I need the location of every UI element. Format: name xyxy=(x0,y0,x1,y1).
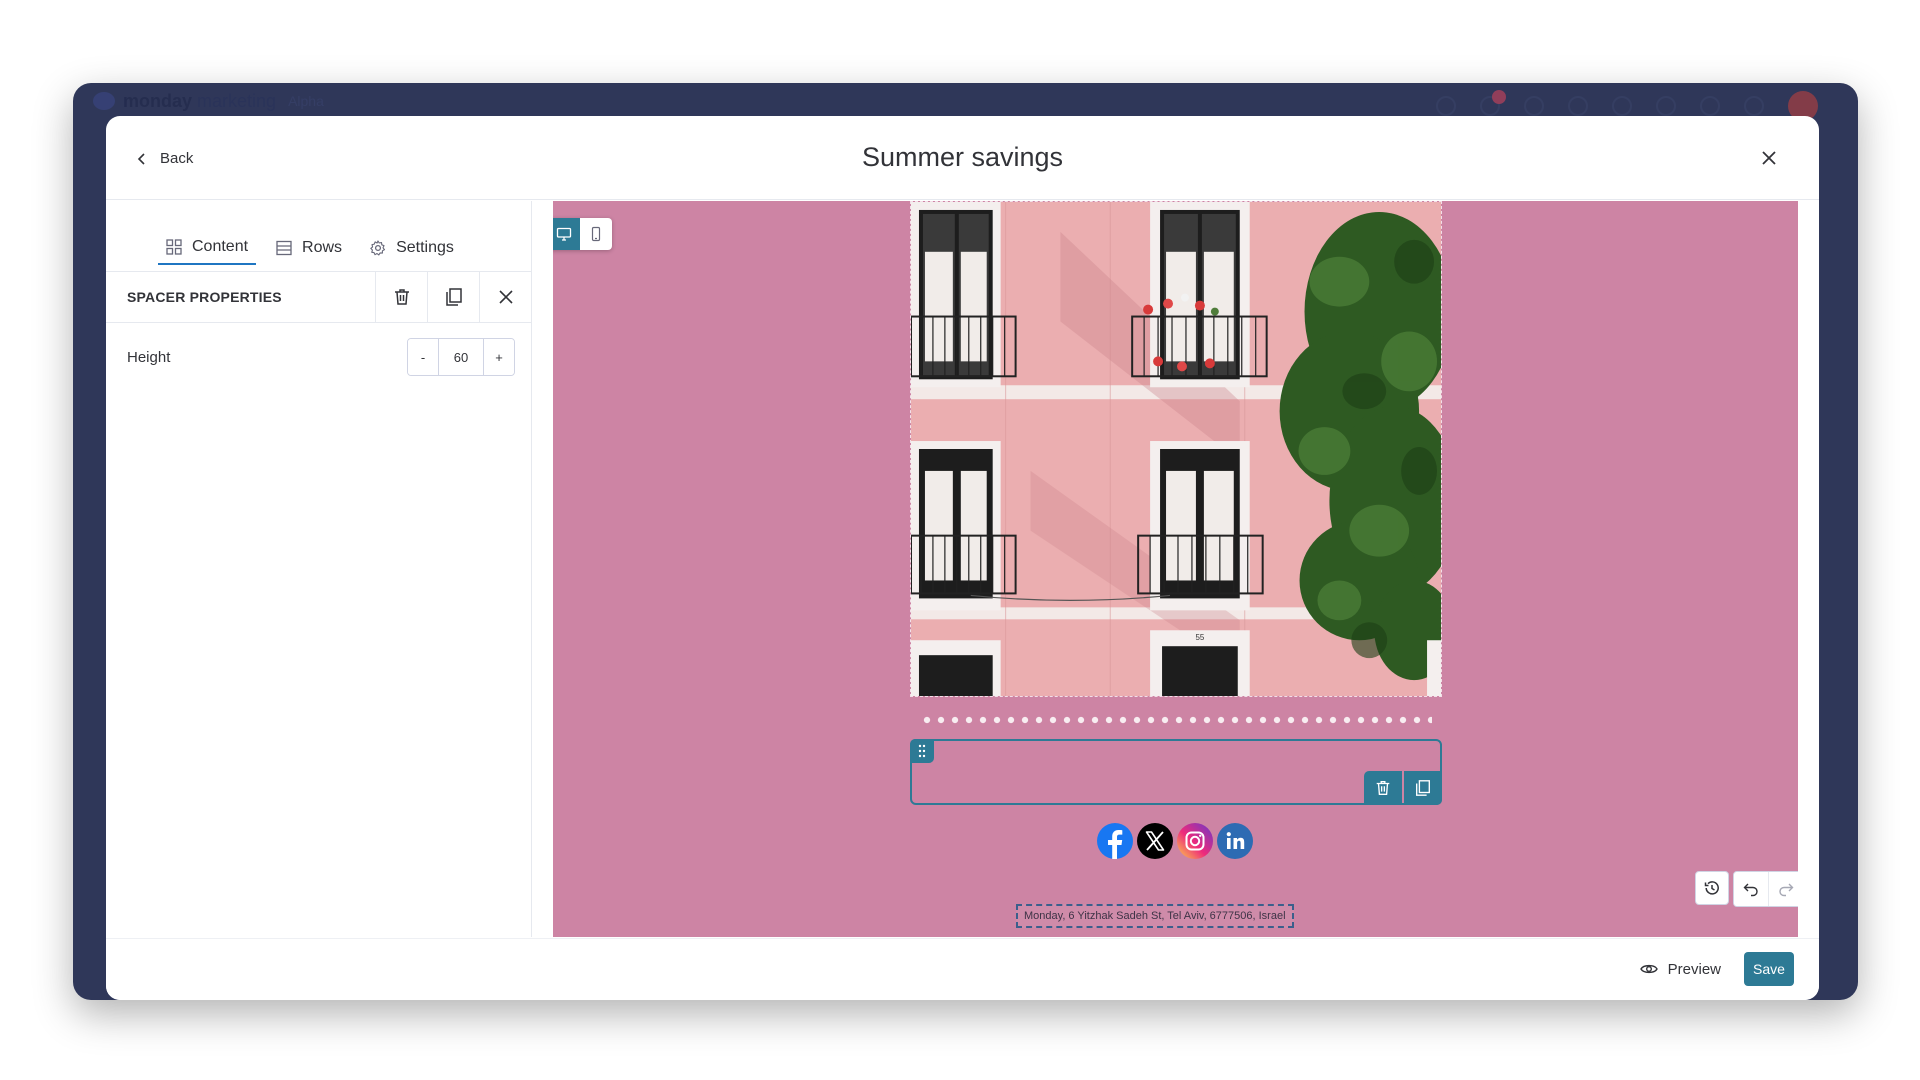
grid-icon xyxy=(166,239,182,255)
save-button[interactable]: Save xyxy=(1744,952,1794,986)
spacer-properties-header: SPACER PROPERTIES xyxy=(106,271,531,323)
preview-label: Preview xyxy=(1667,960,1721,978)
spacer-duplicate-button[interactable] xyxy=(1404,771,1442,805)
app-name-light: marketing xyxy=(197,90,277,111)
height-label: Height xyxy=(127,348,171,366)
tab-content[interactable]: Content xyxy=(158,231,257,265)
x-link[interactable] xyxy=(1137,823,1173,859)
trash-icon xyxy=(394,289,409,305)
grid-menu-icon xyxy=(1744,96,1764,116)
modal-header: Back Summer savings xyxy=(106,116,1819,200)
tab-content-label: Content xyxy=(192,238,249,255)
hero-image[interactable]: 55 xyxy=(910,201,1442,697)
history-icon xyxy=(1704,881,1719,895)
x-icon xyxy=(1137,823,1173,859)
rows-icon xyxy=(276,240,292,256)
divider-dots xyxy=(920,715,1432,725)
height-setting: Height - 60 + xyxy=(127,337,515,377)
tab-settings[interactable]: Settings xyxy=(362,231,462,265)
close-properties-button[interactable] xyxy=(479,271,531,323)
tab-rows[interactable]: Rows xyxy=(268,231,350,265)
app-badge: Alpha xyxy=(288,93,324,109)
tab-rows-label: Rows xyxy=(302,239,343,256)
undo-icon xyxy=(1743,883,1758,897)
undo-redo-group xyxy=(1733,871,1798,907)
panel-tabs: Content Rows Settings xyxy=(158,231,462,265)
app-topbar: monday marketing Alpha xyxy=(73,83,1858,121)
drag-handle[interactable] xyxy=(910,739,934,763)
email-editor-modal: Back Summer savings Content Rows Setting… xyxy=(106,116,1819,1000)
history-controls xyxy=(1695,871,1798,907)
desktop-icon xyxy=(556,227,572,241)
linkedin-icon xyxy=(1217,823,1253,859)
copy-icon xyxy=(445,288,462,306)
height-stepper: - 60 + xyxy=(407,338,515,376)
undo-button[interactable] xyxy=(1734,872,1768,906)
integrations-icon xyxy=(1612,96,1632,116)
mobile-icon xyxy=(591,226,601,242)
instagram-link[interactable] xyxy=(1177,823,1213,859)
tab-settings-label: Settings xyxy=(396,239,454,256)
facebook-link[interactable] xyxy=(1097,823,1133,859)
desktop-view-button[interactable] xyxy=(553,218,580,250)
linkedin-link[interactable] xyxy=(1217,823,1253,859)
instagram-icon xyxy=(1177,823,1213,859)
preview-button[interactable]: Preview xyxy=(1632,952,1729,986)
copy-icon xyxy=(1416,780,1430,796)
app-name-bold: monday xyxy=(123,90,193,111)
modal-footer: Preview Save xyxy=(106,938,1819,1000)
apps-icon xyxy=(1436,96,1456,116)
gear-icon xyxy=(370,240,386,256)
delete-block-button[interactable] xyxy=(375,271,427,323)
inbox-icon xyxy=(1524,96,1544,116)
selected-spacer-block[interactable] xyxy=(910,739,1442,805)
properties-panel: Content Rows Settings SPACER PROPERTIES xyxy=(106,201,532,937)
pink-building-image: 55 xyxy=(911,202,1441,696)
redo-button[interactable] xyxy=(1768,872,1798,906)
app-name: monday marketing xyxy=(123,91,276,112)
svg-text:55: 55 xyxy=(1195,633,1204,642)
spacer-delete-button[interactable] xyxy=(1364,771,1402,805)
height-value-input[interactable]: 60 xyxy=(438,339,484,375)
facebook-icon xyxy=(1097,823,1133,859)
invite-icon xyxy=(1568,96,1588,116)
redo-icon xyxy=(1778,883,1793,897)
bell-icon xyxy=(1480,90,1506,116)
eye-icon xyxy=(1639,964,1658,974)
monday-logo-icon xyxy=(93,92,115,110)
height-increment-button[interactable]: + xyxy=(484,339,514,375)
page-title: Summer savings xyxy=(861,142,1064,172)
social-links xyxy=(1097,823,1253,859)
drag-dots-icon xyxy=(918,744,926,758)
close-icon[interactable] xyxy=(1759,148,1779,168)
spacer-actions xyxy=(1364,771,1442,805)
trash-icon xyxy=(1376,781,1390,795)
version-history-button[interactable] xyxy=(1695,871,1729,905)
duplicate-block-button[interactable] xyxy=(427,271,479,323)
help-icon xyxy=(1700,96,1720,116)
close-icon xyxy=(498,290,513,304)
search-icon xyxy=(1656,96,1676,116)
height-decrement-button[interactable]: - xyxy=(408,339,438,375)
mobile-view-button[interactable] xyxy=(580,218,612,250)
properties-title: SPACER PROPERTIES xyxy=(127,289,282,305)
email-canvas: 55 Monday, 6 Yitzhak Sadeh St, Tel Aviv,… xyxy=(553,201,1798,937)
device-toggle xyxy=(553,218,612,250)
footer-address[interactable]: Monday, 6 Yitzhak Sadeh St, Tel Aviv, 67… xyxy=(1016,904,1294,928)
